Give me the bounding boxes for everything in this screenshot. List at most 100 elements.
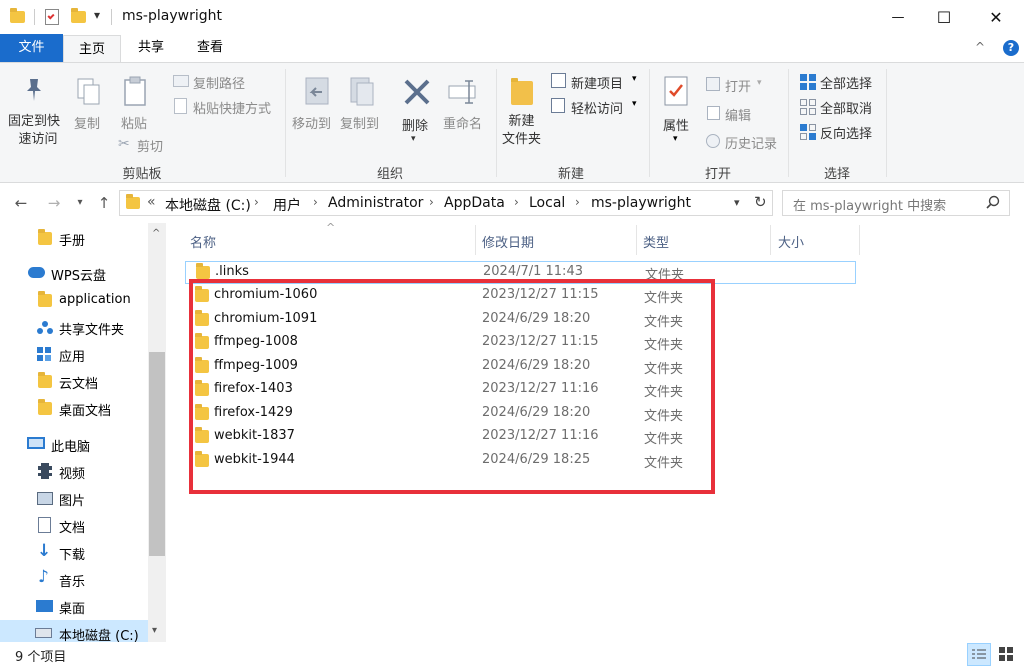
ribbon-tabs: 文件 主页 共享 查看 ^ ?: [0, 34, 1024, 63]
group-separator: [788, 69, 789, 177]
breadcrumb-separator[interactable]: ›: [575, 195, 580, 209]
nav-item-manual[interactable]: 手册: [0, 225, 148, 252]
tab-share[interactable]: 共享: [122, 34, 180, 62]
breadcrumb-separator[interactable]: ›: [514, 195, 519, 209]
copy-path-button[interactable]: 复制路径: [193, 73, 245, 92]
large-icons-view-button[interactable]: [995, 643, 1019, 666]
collapse-ribbon-icon[interactable]: ^: [975, 40, 985, 54]
forward-button[interactable]: →: [44, 193, 64, 213]
scroll-down-icon[interactable]: ▾: [152, 625, 157, 636]
delete-dropdown-icon[interactable]: ▾: [411, 134, 416, 144]
group-separator: [285, 69, 286, 177]
select-all-button[interactable]: 全部选择: [820, 73, 872, 92]
breadcrumb-separator[interactable]: ›: [254, 195, 259, 209]
scrollbar-thumb[interactable]: [149, 352, 165, 556]
nav-item-documents[interactable]: 文档: [0, 512, 148, 539]
move-to-button[interactable]: 移动到: [292, 113, 331, 132]
column-header-date[interactable]: 修改日期: [482, 232, 534, 251]
nav-item-label: 视频: [59, 467, 86, 482]
back-button[interactable]: ←: [11, 193, 31, 213]
nav-item-downloads[interactable]: ↓ 下载: [0, 539, 148, 566]
nav-item-desktop-docs[interactable]: 桌面文档: [0, 395, 148, 422]
column-header-type[interactable]: 类型: [643, 232, 669, 251]
breadcrumb-separator[interactable]: ›: [429, 195, 434, 209]
tab-view[interactable]: 查看: [181, 34, 239, 62]
breadcrumb-separator[interactable]: ›: [313, 195, 318, 209]
nav-item-music[interactable]: ♪ 音乐: [0, 566, 148, 593]
new-folder-qat-icon[interactable]: [71, 8, 86, 23]
column-divider[interactable]: [636, 225, 637, 255]
nav-item-desktop[interactable]: 桌面: [0, 593, 148, 620]
address-dropdown-icon[interactable]: ▾: [734, 196, 740, 209]
qat-dropdown-icon[interactable]: ▾: [94, 8, 100, 22]
breadcrumb-drive[interactable]: 本地磁盘 (C:): [165, 195, 251, 215]
picture-icon: [37, 492, 53, 505]
help-icon[interactable]: ?: [1003, 40, 1019, 56]
properties-button[interactable]: 属性: [663, 115, 689, 134]
nav-item-shared-folder[interactable]: 共享文件夹: [0, 314, 148, 341]
properties-check-icon[interactable]: [45, 9, 59, 25]
open-dropdown-icon[interactable]: ▾: [757, 78, 762, 88]
scroll-up-icon[interactable]: ^: [152, 228, 160, 239]
details-view-button[interactable]: [967, 643, 991, 666]
music-icon: ♪: [38, 567, 49, 587]
navigation-scrollbar[interactable]: ^ ▾: [148, 223, 166, 642]
column-header-size[interactable]: 大小: [778, 232, 804, 251]
tab-file[interactable]: 文件: [0, 34, 63, 62]
nav-item-videos[interactable]: 视频: [0, 458, 148, 485]
address-field[interactable]: « 本地磁盘 (C:) › 用户 › Administrator › AppDa…: [119, 190, 773, 216]
breadcrumb-local[interactable]: Local: [529, 195, 565, 211]
close-button[interactable]: ✕: [973, 0, 1019, 34]
rename-button[interactable]: 重命名: [443, 113, 482, 132]
column-divider[interactable]: [770, 225, 771, 255]
breadcrumb-appdata[interactable]: AppData: [444, 195, 505, 211]
nav-item-label: 桌面文档: [59, 404, 112, 419]
nav-item-wps-cloud[interactable]: WPS云盘: [0, 260, 148, 287]
copy-to-icon: [347, 76, 377, 112]
new-item-button[interactable]: 新建项目: [571, 73, 623, 92]
delete-button[interactable]: 删除: [402, 115, 428, 134]
nav-item-apps[interactable]: 应用: [0, 341, 148, 368]
breadcrumb-users[interactable]: 用户: [273, 195, 301, 215]
column-divider[interactable]: [475, 225, 476, 255]
nav-item-this-pc[interactable]: 此电脑: [0, 431, 148, 458]
breadcrumb-ms-playwright[interactable]: ms-playwright: [591, 195, 691, 211]
new-folder-button[interactable]: 新建 文件夹: [502, 113, 541, 149]
edit-button[interactable]: 编辑: [725, 105, 751, 124]
nav-item-cloud-docs[interactable]: 云文档: [0, 368, 148, 395]
up-button[interactable]: ↑: [94, 193, 114, 213]
refresh-icon[interactable]: ↻: [754, 193, 767, 211]
folder-icon: [126, 194, 140, 209]
nav-item-application[interactable]: application: [0, 287, 148, 314]
cut-button[interactable]: 剪切: [137, 136, 163, 155]
pin-quick-access-button[interactable]: 固定到快 速访问: [8, 113, 60, 149]
column-header-name[interactable]: 名称: [190, 232, 216, 251]
column-divider[interactable]: [859, 225, 860, 255]
easy-access-button[interactable]: 轻松访问: [571, 98, 623, 117]
new-folder-icon: [511, 78, 533, 105]
tab-home[interactable]: 主页: [63, 35, 121, 63]
nav-item-pictures[interactable]: 图片: [0, 485, 148, 512]
new-item-dropdown-icon[interactable]: ▾: [632, 74, 637, 84]
breadcrumb-overflow[interactable]: «: [147, 194, 156, 210]
properties-dropdown-icon[interactable]: ▾: [673, 134, 678, 144]
history-button[interactable]: 历史记录: [725, 133, 777, 152]
recent-locations-dropdown[interactable]: ▾: [70, 193, 90, 213]
video-icon: [38, 463, 52, 479]
copy-to-button[interactable]: 复制到: [340, 113, 379, 132]
search-box[interactable]: 在 ms-playwright 中搜索: [782, 190, 1010, 216]
copy-button[interactable]: 复制: [74, 113, 100, 132]
minimize-button[interactable]: —: [875, 0, 921, 34]
open-button[interactable]: 打开: [725, 76, 751, 95]
invert-selection-button[interactable]: 反向选择: [820, 123, 872, 142]
rename-icon: [447, 77, 479, 111]
maximize-button[interactable]: ☐: [921, 0, 967, 34]
pin-label-line1: 固定到快: [8, 114, 61, 129]
paste-shortcut-button[interactable]: 粘贴快捷方式: [193, 98, 271, 117]
drive-icon: [35, 628, 52, 638]
paste-button[interactable]: 粘贴: [121, 113, 147, 132]
breadcrumb-administrator[interactable]: Administrator: [328, 195, 423, 211]
select-none-button[interactable]: 全部取消: [820, 98, 872, 117]
easy-access-dropdown-icon[interactable]: ▾: [632, 99, 637, 109]
search-icon[interactable]: [986, 195, 1000, 213]
